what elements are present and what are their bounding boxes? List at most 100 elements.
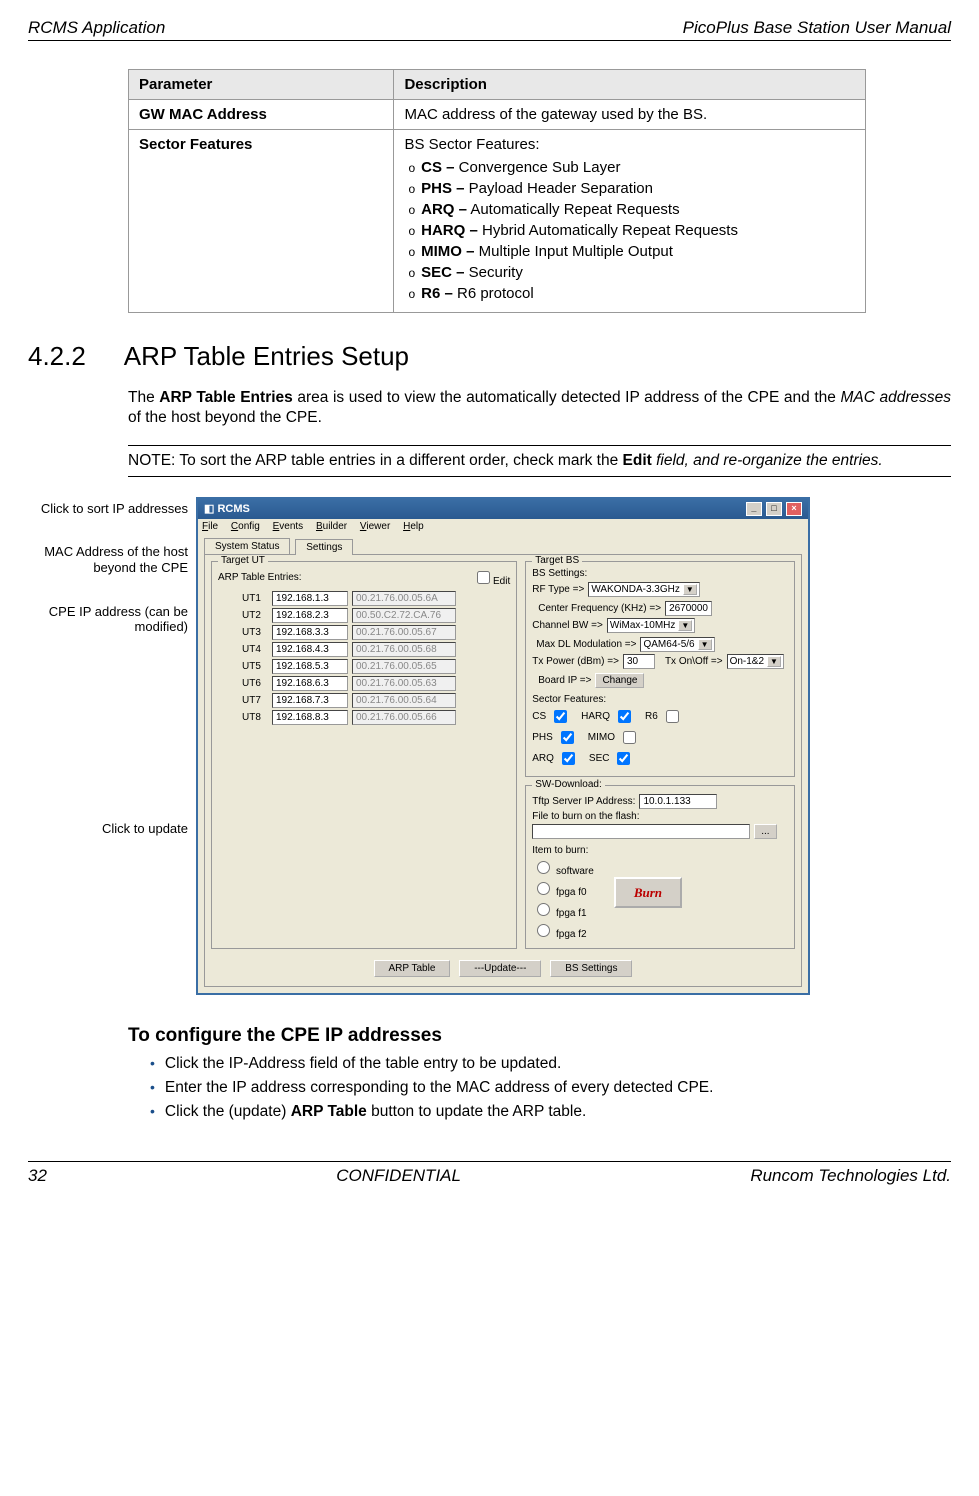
- arp-row: UT3192.168.3.300.21.76.00.05.67: [242, 625, 510, 640]
- arp-row: UT8192.168.8.300.21.76.00.05.66: [242, 710, 510, 725]
- modulation-select[interactable]: QAM64-5/6▼: [640, 637, 714, 652]
- bottom-buttons: ARP Table ---Update--- BS Settings: [211, 957, 795, 980]
- tftp-ip-field[interactable]: 10.0.1.133: [639, 794, 717, 809]
- step-list: •Click the IP-Address field of the table…: [150, 1055, 951, 1121]
- page-footer: 32 CONFIDENTIAL Runcom Technologies Ltd.: [28, 1161, 951, 1186]
- radio-fpga-f1[interactable]: fpga f1: [532, 900, 594, 919]
- update-button[interactable]: ---Update---: [459, 960, 541, 977]
- menu-builder[interactable]: Builder: [316, 521, 347, 532]
- subheading: To configure the CPE IP addresses: [128, 1025, 951, 1047]
- close-button[interactable]: ×: [786, 502, 802, 516]
- rcms-window: ◧ RCMS _ □ × File Config Events Builder …: [196, 497, 810, 995]
- r6-checkbox[interactable]: [666, 710, 679, 723]
- header-right: PicoPlus Base Station User Manual: [683, 18, 951, 38]
- th-parameter: Parameter: [129, 70, 394, 100]
- bs-settings-title: BS Settings:: [532, 568, 788, 579]
- arp-table-button[interactable]: ARP Table: [374, 960, 451, 977]
- harq-checkbox[interactable]: [618, 710, 631, 723]
- minimize-button[interactable]: _: [746, 502, 762, 516]
- ip-field[interactable]: 192.168.8.3: [272, 710, 348, 725]
- arp-row: UT1192.168.1.300.21.76.00.05.6A: [242, 591, 510, 606]
- confidential-label: CONFIDENTIAL: [336, 1166, 461, 1186]
- desc-sector-features: BS Sector Features: oCS – Convergence Su…: [394, 130, 866, 313]
- ip-field[interactable]: 192.168.1.3: [272, 591, 348, 606]
- mac-field: 00.21.76.00.05.64: [352, 693, 456, 708]
- section-number: 4.2.2: [28, 341, 118, 372]
- menu-viewer[interactable]: Viewer: [360, 521, 390, 532]
- arq-checkbox[interactable]: [562, 752, 575, 765]
- center-freq-field[interactable]: 2670000: [665, 601, 712, 616]
- change-button[interactable]: Change: [595, 673, 644, 688]
- callout-mac: MAC Address of the host beyond the CPE: [28, 544, 188, 575]
- maximize-button[interactable]: □: [766, 502, 782, 516]
- tab-bar: System Status Settings: [204, 538, 802, 554]
- ip-field[interactable]: 192.168.5.3: [272, 659, 348, 674]
- menu-config[interactable]: Config: [231, 521, 260, 532]
- cs-checkbox[interactable]: [554, 710, 567, 723]
- phs-checkbox[interactable]: [561, 731, 574, 744]
- file-path-field[interactable]: [532, 824, 750, 839]
- param-sector-features: Sector Features: [139, 136, 252, 153]
- mac-field: 00.21.76.00.05.68: [352, 642, 456, 657]
- bs-settings-button[interactable]: BS Settings: [550, 960, 632, 977]
- target-ut-group: Target UT ARP Table Entries: Edit UT1192…: [211, 561, 517, 949]
- mac-field: 00.21.76.00.05.65: [352, 659, 456, 674]
- channel-bw-select[interactable]: WiMax-10MHz▼: [607, 618, 695, 633]
- section-title: ARP Table Entries Setup: [124, 341, 409, 371]
- th-description: Description: [394, 70, 866, 100]
- figure-wrapper: Click to sort IP addresses MAC Address o…: [28, 497, 951, 995]
- callout-sort: Click to sort IP addresses: [28, 501, 188, 517]
- note-box: NOTE: To sort the ARP table entries in a…: [128, 445, 951, 477]
- menu-help[interactable]: Help: [403, 521, 424, 532]
- window-title: RCMS: [217, 503, 249, 515]
- app-icon: ◧: [204, 503, 214, 515]
- radio-software[interactable]: software: [532, 858, 594, 877]
- tab-settings[interactable]: Settings: [295, 539, 353, 555]
- ip-field[interactable]: 192.168.4.3: [272, 642, 348, 657]
- arp-row: UT6192.168.6.300.21.76.00.05.63: [242, 676, 510, 691]
- arp-title: ARP Table Entries:: [218, 572, 302, 583]
- mac-field: 00.21.76.00.05.6A: [352, 591, 456, 606]
- callout-update: Click to update: [28, 821, 188, 837]
- callout-ip: CPE IP address (can be modified): [28, 604, 188, 635]
- param-gw-mac: GW MAC Address: [139, 106, 267, 123]
- section-heading: 4.2.2 ARP Table Entries Setup: [28, 341, 951, 372]
- tx-power-field[interactable]: 30: [623, 654, 655, 669]
- ip-field[interactable]: 192.168.6.3: [272, 676, 348, 691]
- page-header: RCMS Application PicoPlus Base Station U…: [28, 18, 951, 41]
- ip-field[interactable]: 192.168.3.3: [272, 625, 348, 640]
- company-name: Runcom Technologies Ltd.: [750, 1166, 951, 1186]
- mac-field: 00.21.76.00.05.63: [352, 676, 456, 691]
- titlebar: ◧ RCMS _ □ ×: [198, 499, 808, 519]
- page-number: 32: [28, 1166, 47, 1186]
- menu-file[interactable]: File: [202, 521, 218, 532]
- arp-row: UT5192.168.5.300.21.76.00.05.65: [242, 659, 510, 674]
- rf-type-select[interactable]: WAKONDA-3.3GHz▼: [588, 582, 699, 597]
- mac-field: 00.50.C2.72.CA.76: [352, 608, 456, 623]
- ip-field[interactable]: 192.168.2.3: [272, 608, 348, 623]
- desc-gw-mac: MAC address of the gateway used by the B…: [394, 100, 866, 130]
- ip-field[interactable]: 192.168.7.3: [272, 693, 348, 708]
- intro-paragraph: The ARP Table Entries area is used to vi…: [128, 388, 951, 430]
- radio-fpga-f0[interactable]: fpga f0: [532, 879, 594, 898]
- figure-callouts: Click to sort IP addresses MAC Address o…: [28, 497, 196, 865]
- mac-field: 00.21.76.00.05.67: [352, 625, 456, 640]
- arp-row: UT2192.168.2.300.50.C2.72.CA.76: [242, 608, 510, 623]
- radio-fpga-f2[interactable]: fpga f2: [532, 921, 594, 940]
- sec-checkbox[interactable]: [617, 752, 630, 765]
- mac-field: 00.21.76.00.05.66: [352, 710, 456, 725]
- browse-button[interactable]: ...: [754, 824, 776, 839]
- tx-onoff-select[interactable]: On-1&2▼: [727, 654, 784, 669]
- mimo-checkbox[interactable]: [623, 731, 636, 744]
- menubar: File Config Events Builder Viewer Help: [198, 519, 808, 534]
- burn-button[interactable]: Burn: [614, 877, 682, 908]
- target-bs-group: Target BS BS Settings: RF Type => WAKOND…: [525, 561, 795, 777]
- tab-system-status[interactable]: System Status: [204, 538, 290, 554]
- arp-row: UT4192.168.4.300.21.76.00.05.68: [242, 642, 510, 657]
- arp-row: UT7192.168.7.300.21.76.00.05.64: [242, 693, 510, 708]
- menu-events[interactable]: Events: [273, 521, 304, 532]
- parameter-table: Parameter Description GW MAC Address MAC…: [128, 69, 866, 313]
- header-left: RCMS Application: [28, 18, 165, 38]
- edit-checkbox[interactable]: Edit: [473, 568, 510, 587]
- sw-download-group: SW-Download: Tftp Server IP Address: 10.…: [525, 785, 795, 949]
